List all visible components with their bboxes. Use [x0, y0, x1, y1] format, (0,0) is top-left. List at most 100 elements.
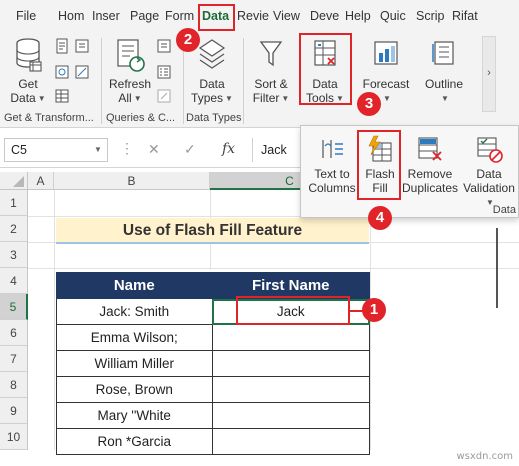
formula-bar-resize-icon[interactable]: ⋮: [120, 140, 134, 157]
header-first-name[interactable]: First Name: [211, 272, 370, 299]
first-name-cell[interactable]: [211, 324, 370, 351]
name-cell[interactable]: William Miller: [56, 350, 213, 377]
from-text-icon[interactable]: [54, 38, 70, 54]
text-to-columns-label-2: Columns: [308, 181, 356, 195]
first-name-cell[interactable]: [211, 428, 370, 455]
existing-connections-icon[interactable]: [74, 64, 90, 80]
tab-script[interactable]: Scrip: [416, 0, 446, 30]
tab-developer[interactable]: Deve: [310, 0, 340, 30]
column-header-a[interactable]: A: [28, 172, 54, 190]
remove-duplicates-icon: [418, 137, 442, 161]
text-to-columns-button[interactable]: Text to Columns: [307, 134, 357, 195]
remove-duplicates-label-2: Duplicates: [401, 181, 459, 195]
flash-fill-button[interactable]: Flash Fill: [361, 134, 399, 195]
row-header-8[interactable]: 8: [0, 372, 28, 398]
row-header-2[interactable]: 2: [0, 216, 28, 242]
tab-quick-access[interactable]: Quic: [380, 0, 410, 30]
ribbon-separator: [243, 38, 244, 124]
name-cell[interactable]: Jack: Smith: [56, 298, 213, 325]
queries-connections-icon[interactable]: [156, 38, 172, 54]
database-icon: [16, 38, 42, 72]
properties-icon[interactable]: [156, 64, 172, 80]
data-tools-button[interactable]: Data Tools ▼: [302, 36, 348, 106]
ribbon: Get Data ▼ Get & Transform... Refresh All…: [0, 30, 519, 128]
row-header-1[interactable]: 1: [0, 190, 28, 216]
filter-icon: [259, 41, 283, 67]
row-header-4[interactable]: 4: [0, 268, 28, 294]
sheet-title[interactable]: Use of Flash Fill Feature: [56, 218, 369, 244]
step-badge-3: 3: [357, 92, 381, 116]
menu-bar: File Hom Inser Page Form Data Revie View…: [0, 0, 519, 30]
data-types-label-1: Data: [199, 77, 225, 91]
gridline: [496, 228, 498, 308]
outline-button[interactable]: Outline ▼: [420, 36, 468, 106]
name-cell[interactable]: Rose, Brown: [56, 376, 213, 403]
outline-caret: ▼: [441, 94, 449, 103]
refresh-icon: [117, 39, 145, 72]
header-name[interactable]: Name: [56, 272, 213, 299]
table-row: Ron *Garcia: [56, 428, 370, 455]
row-header-7[interactable]: 7: [0, 346, 28, 372]
queries-group-label: Queries & C...: [106, 112, 176, 124]
data-validation-icon: [477, 137, 503, 163]
cancel-icon[interactable]: ✕: [148, 141, 160, 158]
table-header-row: Name First Name: [56, 272, 370, 299]
first-name-cell[interactable]: [211, 402, 370, 429]
tab-rifat[interactable]: Rifat: [452, 0, 486, 30]
name-box-dropdown-icon[interactable]: ▼: [94, 145, 102, 154]
name-cell[interactable]: Ron *Garcia: [56, 428, 213, 455]
select-all-corner[interactable]: [0, 172, 28, 190]
tab-view[interactable]: View: [273, 0, 303, 30]
tab-formulas[interactable]: Form: [165, 0, 195, 30]
first-name-cell[interactable]: Jack: [211, 298, 370, 325]
from-web-icon[interactable]: [54, 64, 70, 80]
remove-duplicates-button[interactable]: Remove Duplicates: [401, 134, 459, 195]
refresh-all-button[interactable]: Refresh All ▼: [106, 36, 154, 106]
recent-sources-icon[interactable]: [74, 38, 90, 54]
row-header-5[interactable]: 5: [0, 294, 28, 320]
row-header-3[interactable]: 3: [0, 242, 28, 268]
first-name-cell[interactable]: [211, 350, 370, 377]
tab-review[interactable]: Revie: [237, 0, 269, 30]
ribbon-scroll-right-icon[interactable]: ›: [482, 36, 496, 112]
name-box[interactable]: C5: [4, 138, 108, 162]
name-cell[interactable]: Mary ''White: [56, 402, 213, 429]
flash-fill-label-1: Flash: [365, 167, 395, 181]
row-header-9[interactable]: 9: [0, 398, 28, 424]
column-header-b[interactable]: B: [54, 172, 210, 190]
step-badge-2: 2: [176, 28, 200, 52]
table-row: William Miller: [56, 350, 370, 377]
get-data-button[interactable]: Get Data ▼: [6, 36, 50, 106]
tab-help[interactable]: Help: [345, 0, 375, 30]
outline-label: Outline: [424, 77, 464, 91]
table-row: Jack: Smith Jack: [56, 298, 370, 325]
data-validation-button[interactable]: Data Validation▼: [461, 134, 517, 210]
first-name-cell[interactable]: [211, 376, 370, 403]
tab-page-layout[interactable]: Page: [130, 0, 160, 30]
tab-insert[interactable]: Inser: [92, 0, 126, 30]
ribbon-separator: [101, 38, 102, 124]
outline-icon: [432, 41, 454, 65]
flash-fill-label-2: Fill: [372, 181, 388, 195]
row-header-10[interactable]: 10: [0, 424, 28, 450]
data-tools-label-1: Data: [312, 77, 338, 91]
name-cell[interactable]: Emma Wilson;: [56, 324, 213, 351]
gridline: [54, 190, 55, 450]
step-badge-4: 4: [368, 206, 392, 230]
tab-data[interactable]: Data: [202, 0, 232, 30]
edit-links-icon[interactable]: [156, 88, 172, 104]
insert-function-icon[interactable]: fx: [222, 141, 235, 157]
get-data-label-1: Get: [18, 77, 38, 91]
sort-filter-label-2: Filter ▼: [252, 91, 290, 105]
enter-icon[interactable]: ✓: [184, 141, 196, 158]
sort-filter-button[interactable]: Sort & Filter ▼: [248, 36, 294, 106]
row-header-6[interactable]: 6: [0, 320, 28, 346]
tab-home[interactable]: Hom: [58, 0, 88, 30]
tab-file[interactable]: File: [16, 0, 44, 30]
refresh-label-1: Refresh: [108, 77, 152, 91]
get-transform-group-label: Get & Transform...: [4, 112, 94, 124]
get-data-label-2: Data ▼: [10, 91, 46, 105]
data-types-group-label: Data Types: [186, 112, 242, 124]
from-table-icon[interactable]: [54, 88, 70, 104]
refresh-label-2: All ▼: [118, 91, 142, 105]
